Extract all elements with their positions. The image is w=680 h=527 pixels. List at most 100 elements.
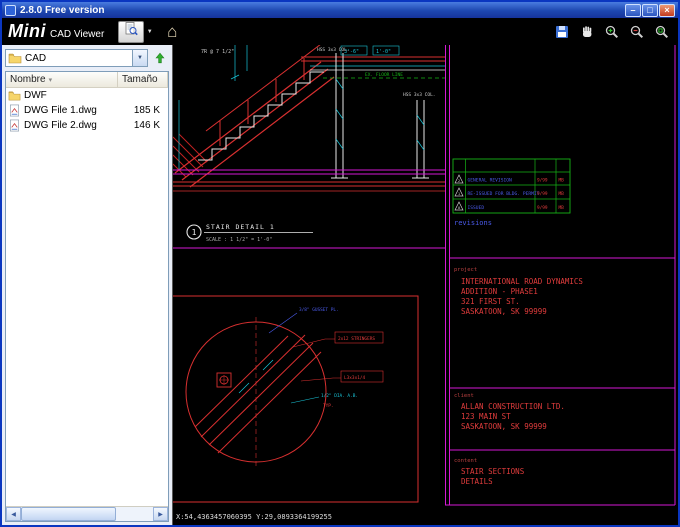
callout-cyan: 1/2" DIA. A.B. <box>321 393 358 399</box>
content-line: DETAILS <box>461 477 493 486</box>
rev-by: MB <box>559 178 565 184</box>
zoom-out-button[interactable] <box>627 23 647 41</box>
file-rows: DWF DWG File 1.dwg 185 K DWG File 2.dwg … <box>6 88 168 506</box>
revisions-table: 2 GENERAL REVISION 9/99 MB 1 RE-ISSUED F… <box>452 158 571 227</box>
rev-date: 9/99 <box>537 205 548 211</box>
folder-combobox[interactable]: CAD ▼ <box>5 49 148 67</box>
combobox-dropdown-arrow[interactable]: ▼ <box>132 50 147 66</box>
project-line: SASKATOON, SK 99999 <box>461 307 547 316</box>
stair-section-drawing: 7R @ 7 1/2" 3'-6" 1'-0" EX. FLOOR LINE H… <box>173 45 445 192</box>
sort-arrow-icon: ▾ <box>48 76 53 84</box>
save-button[interactable] <box>552 23 572 41</box>
zoom-extents-button[interactable] <box>652 23 672 41</box>
up-directory-button[interactable] <box>151 49 169 67</box>
home-button[interactable]: ⌂ <box>161 22 183 42</box>
scroll-left-button[interactable]: ◀ <box>6 507 21 521</box>
content-label: content <box>454 458 477 464</box>
list-item-dwg2[interactable]: DWG File 2.dwg 146 K <box>6 118 168 133</box>
minimize-button[interactable]: – <box>625 3 641 17</box>
zoom-out-icon <box>630 25 644 38</box>
client-label: client <box>454 393 474 399</box>
zoom-extents-icon <box>655 25 669 38</box>
list-item-folder[interactable]: DWF <box>6 88 168 103</box>
up-arrow-icon <box>155 52 165 64</box>
file-size: 185 K <box>133 105 160 116</box>
project-line: INTERNATIONAL ROAD DYNAMICS <box>461 277 583 286</box>
window-title: 2.8.0 Free version <box>20 4 105 16</box>
zoom-in-button[interactable] <box>602 23 622 41</box>
cad-canvas[interactable]: 7R @ 7 1/2" 3'-6" 1'-0" EX. FLOOR LINE H… <box>172 45 678 525</box>
pan-button[interactable] <box>577 23 597 41</box>
column-header-name[interactable]: Nombre ▾ <box>6 72 118 88</box>
preview-icon <box>123 21 139 42</box>
horizontal-scrollbar[interactable]: ◀ ▶ <box>6 506 168 521</box>
rev-by: MB <box>559 191 565 197</box>
callout-red: TYP. <box>323 403 334 409</box>
app-window: 2.8.0 Free version – □ × Mini CAD Viewer… <box>0 0 680 527</box>
file-browser-panel: CAD ▼ Nombre ▾ Tamaño DWF DWG File 1.dwg… <box>2 45 172 525</box>
rev-desc: GENERAL REVISION <box>468 178 512 184</box>
file-name: DWG File 1.dwg <box>24 105 97 116</box>
folder-icon <box>8 53 22 64</box>
callout-box-2: L3x3x1/4 <box>344 375 366 381</box>
callout-blue: 3/8" GUSSET PL. <box>299 307 339 313</box>
dim-risers-label: 7R @ 7 1/2" <box>201 49 234 55</box>
app-logo: Mini CAD Viewer <box>8 21 104 42</box>
cad-drawing[interactable]: 7R @ 7 1/2" 3'-6" 1'-0" EX. FLOOR LINE H… <box>173 45 678 525</box>
zoom-in-icon <box>605 25 619 38</box>
callout-box-1: 2x12 STRINGERS <box>338 336 375 342</box>
file-list-header: Nombre ▾ Tamaño <box>6 72 168 88</box>
list-item-dwg1[interactable]: DWG File 1.dwg 185 K <box>6 103 168 118</box>
rev-date: 9/99 <box>537 191 548 197</box>
project-label: project <box>454 267 477 273</box>
file-name: DWF <box>24 90 47 101</box>
revisions-label: revisions <box>454 219 492 227</box>
project-line: ADDITION - PHASE1 <box>461 287 538 296</box>
scrollbar-thumb[interactable] <box>21 507 117 521</box>
rev-desc: ISSUED <box>468 205 485 211</box>
close-button[interactable]: × <box>659 3 675 17</box>
file-size: 146 K <box>133 120 160 131</box>
detail-scale: SCALE : 1 1/2" = 1'-0" <box>206 237 272 243</box>
client-line: 123 MAIN ST <box>461 412 511 421</box>
connection-detail-drawing: 2x12 STRINGERS L3x3x1/4 3/8" GUSSET PL. … <box>173 295 419 503</box>
scroll-right-button[interactable]: ▶ <box>153 507 168 521</box>
home-icon: ⌂ <box>167 22 178 41</box>
status-coordinates: X:54,4363457060395 Y:29,0893364199255 <box>176 513 332 521</box>
title-block-borders <box>445 45 676 506</box>
detail-title-block: 1 STAIR DETAIL 1 SCALE : 1 1/2" = 1'-0" <box>173 223 446 249</box>
detail-number: 1 <box>192 228 197 237</box>
detail-title: STAIR DETAIL 1 <box>206 223 275 231</box>
column-size-label: Tamaño <box>122 74 158 85</box>
project-block: project INTERNATIONAL ROAD DYNAMICS ADDI… <box>454 267 583 316</box>
rev-by: MB <box>559 205 565 211</box>
project-line: 321 FIRST ST. <box>461 297 520 306</box>
path-row: CAD ▼ <box>5 48 169 68</box>
file-list: Nombre ▾ Tamaño DWF DWG File 1.dwg 185 K… <box>5 71 169 522</box>
client-block: client ALLAN CONSTRUCTION LTD. 123 MAIN … <box>454 393 565 431</box>
file-name: DWG File 2.dwg <box>24 120 97 131</box>
green-note: EX. FLOOR LINE <box>365 72 403 78</box>
preview-mode-button[interactable] <box>118 20 145 43</box>
column-header-size[interactable]: Tamaño <box>118 72 168 88</box>
scrollbar-track[interactable] <box>21 507 153 521</box>
current-folder-value: CAD <box>25 52 47 64</box>
folder-icon <box>8 91 21 101</box>
column-name-label: Nombre <box>10 74 46 85</box>
maximize-button[interactable]: □ <box>642 3 658 17</box>
dim-box-2: 1'-0" <box>376 49 391 55</box>
rev-num: 2 <box>458 178 460 183</box>
save-icon <box>556 25 568 38</box>
content-line: STAIR SECTIONS <box>461 467 525 476</box>
brand-mini: Mini <box>8 21 46 41</box>
rev-date: 9/99 <box>537 178 548 184</box>
title-bar[interactable]: 2.8.0 Free version – □ × <box>2 2 678 18</box>
preview-dropdown-button[interactable]: ▼ <box>144 21 155 43</box>
rev-desc: RE-ISSUED FOR BLDG. PERMIT <box>468 191 540 197</box>
content-block: content STAIR SECTIONS DETAILS <box>454 458 525 486</box>
brand-rest: CAD Viewer <box>50 29 105 40</box>
toolbar: Mini CAD Viewer ▼ ⌂ <box>2 18 678 45</box>
client-line: SASKATOON, SK 99999 <box>461 422 547 431</box>
rev-num: 1 <box>458 191 461 196</box>
app-icon <box>5 4 16 16</box>
